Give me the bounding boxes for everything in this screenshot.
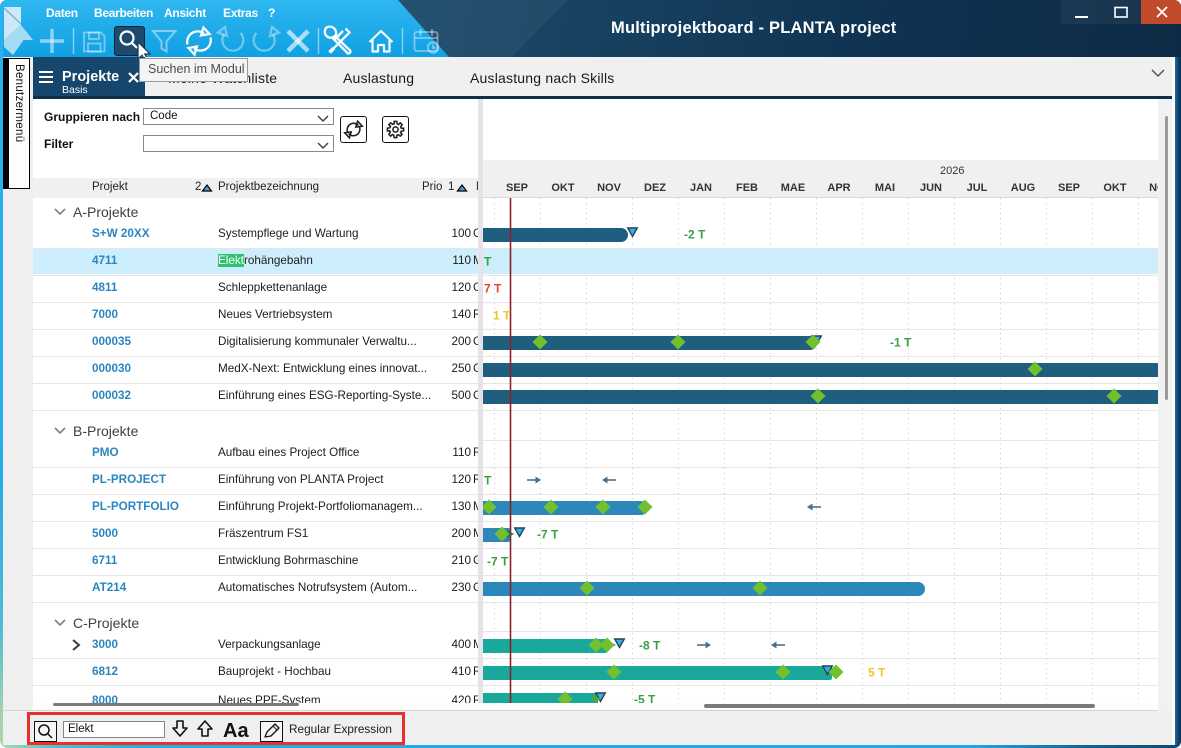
svg-text:-7 T: -7 T (537, 528, 559, 542)
svg-text:7 T: 7 T (484, 282, 502, 296)
svg-text:-7 T: -7 T (487, 555, 509, 569)
svg-text:Projekte: Projekte (62, 69, 119, 85)
svg-text:Aa: Aa (223, 720, 249, 742)
svg-text:T: T (484, 255, 492, 269)
svg-text:-5 T: -5 T (634, 693, 656, 704)
svg-text:5 T: 5 T (868, 666, 886, 680)
svg-text:-2 T: -2 T (684, 228, 706, 242)
svg-text:Basis: Basis (62, 84, 88, 96)
svg-text:1 T: 1 T (493, 309, 511, 323)
svg-text:T: T (484, 474, 492, 488)
svg-text:-1 T: -1 T (890, 336, 912, 350)
svg-text:-8 T: -8 T (639, 639, 661, 653)
